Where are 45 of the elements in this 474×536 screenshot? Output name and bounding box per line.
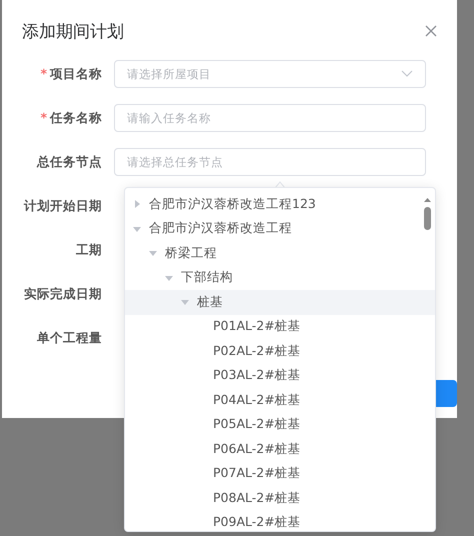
chevron-down-icon (401, 70, 413, 78)
caret-down-icon[interactable] (149, 249, 157, 258)
node-label: 桩基 (197, 294, 223, 311)
field-label: 计划开始日期 (24, 198, 102, 212)
caret-down-icon[interactable] (165, 274, 173, 282)
field-label: 任务名称 (50, 110, 102, 124)
tree-node[interactable]: P03AL-2#桩基 (125, 364, 435, 388)
required-mark: * (40, 110, 47, 124)
node-label: P02AL-2#桩基 (213, 342, 301, 360)
node-label: P04AL-2#桩基 (213, 392, 301, 409)
tree-node[interactable]: P06AL-2#桩基 (125, 437, 435, 462)
caret-right-icon[interactable] (133, 200, 141, 208)
node-label: 合肥市沪汉蓉桥改造工程123 (149, 196, 316, 213)
tree-node[interactable]: 合肥市沪汉蓉桥改造工程123 (125, 192, 421, 216)
tree-node[interactable]: 桩基 (125, 290, 435, 314)
field-label: 单个工程量 (37, 330, 102, 344)
node-label: P06AL-2#桩基 (213, 440, 301, 458)
field-label: 项目名称 (50, 66, 102, 80)
dialog-title: 添加期间计划 (22, 20, 124, 42)
caret-down-icon[interactable] (181, 298, 189, 306)
tree-node[interactable]: P04AL-2#桩基 (125, 388, 435, 412)
node-label: 桥梁工程 (165, 244, 217, 262)
node-label: P09AL-2#桩基 (213, 514, 301, 531)
field-label: 实际完成日期 (24, 286, 102, 300)
required-mark: * (40, 66, 47, 80)
tree-node[interactable]: P01AL-2#桩基 (125, 314, 435, 339)
tree-node[interactable]: 下部结构 (125, 266, 435, 290)
tree-node[interactable]: P02AL-2#桩基 (125, 339, 435, 364)
tree-node[interactable]: P07AL-2#桩基 (125, 462, 435, 486)
caret-down-icon[interactable] (133, 224, 141, 233)
node-label: 下部结构 (181, 269, 233, 286)
node-label: P01AL-2#桩基 (213, 318, 301, 336)
tree-node[interactable]: 桥梁工程 (125, 241, 435, 266)
tree-node[interactable]: P08AL-2#桩基 (125, 486, 435, 510)
tree-node[interactable]: P05AL-2#桩基 (125, 412, 435, 437)
node-label: P03AL-2#桩基 (213, 367, 301, 384)
field-label: 工期 (76, 242, 102, 256)
close-icon[interactable] (425, 25, 437, 37)
node-label: P08AL-2#桩基 (213, 490, 301, 507)
node-label: 合肥市沪汉蓉桥改造工程 (149, 220, 292, 238)
tree-node[interactable]: 合肥市沪汉蓉桥改造工程 (125, 216, 421, 241)
node-label: P05AL-2#桩基 (213, 416, 301, 434)
field-label: 总任务节点 (37, 154, 102, 168)
tree-node[interactable]: P09AL-2#桩基 (125, 510, 435, 531)
node-label: P07AL-2#桩基 (213, 465, 301, 482)
